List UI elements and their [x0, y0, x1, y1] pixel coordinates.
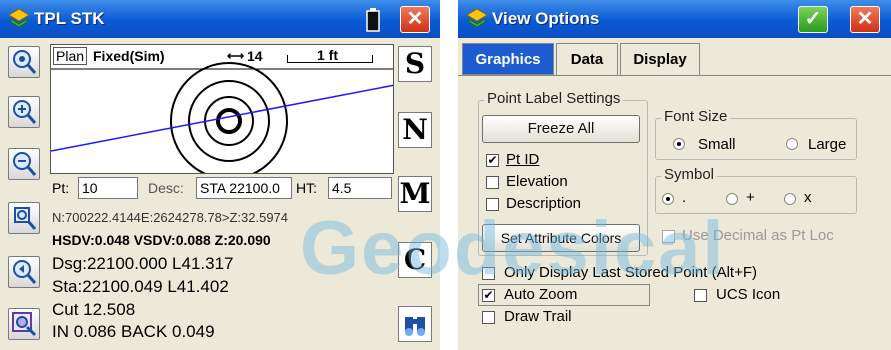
- tab-graphics[interactable]: Graphics: [462, 43, 554, 75]
- symbol-plus-label: +: [746, 189, 755, 206]
- right-window-title: View Options: [492, 9, 600, 28]
- battery-icon: [366, 8, 380, 32]
- font-large-radio[interactable]: [786, 138, 798, 150]
- font-size-group-title: Font Size: [661, 108, 731, 125]
- desc-label: Desc:: [148, 180, 184, 196]
- map-canvas: [51, 62, 393, 173]
- app-logo-icon: [466, 8, 488, 28]
- font-small-radio[interactable]: [673, 138, 685, 150]
- left-window-title: TPL STK: [34, 9, 105, 28]
- description-label: Description: [506, 195, 582, 212]
- symbol-x-radio[interactable]: [784, 193, 796, 205]
- symbol-x-label: x: [804, 189, 812, 206]
- symbol-dot-radio[interactable]: [662, 193, 674, 205]
- zoom-previous-icon: [13, 260, 37, 284]
- pt-field[interactable]: 10: [78, 177, 138, 199]
- symbol-group-title: Symbol: [661, 166, 718, 183]
- description-checkbox[interactable]: [486, 198, 499, 211]
- ucs-icon-label: UCS Icon: [716, 286, 781, 303]
- elevation-checkbox[interactable]: [486, 176, 499, 189]
- draw-trail-label: Draw Trail: [504, 308, 572, 325]
- zoom-previous-button[interactable]: [8, 256, 40, 288]
- satellite-count: 14: [247, 48, 263, 64]
- pt-label: Pt:: [52, 180, 70, 196]
- symbol-dot-label: .: [682, 189, 687, 206]
- map-mode-tab[interactable]: Plan: [53, 47, 88, 65]
- app-logo-icon: [8, 8, 30, 28]
- zoom-in-button[interactable]: [8, 96, 40, 128]
- symbol-plus-radio[interactable]: [726, 193, 738, 205]
- satellite-icon: ⟷: [227, 49, 245, 63]
- set-attribute-colors-button[interactable]: Set Attribute Colors: [482, 224, 640, 252]
- zoom-out-button[interactable]: [8, 148, 40, 180]
- decimal-pt-loc-checkbox[interactable]: [662, 230, 675, 243]
- in-back-readout: IN 0.086 BACK 0.049: [52, 322, 215, 341]
- station-readout: Sta:22100.049 L41.402: [52, 277, 229, 296]
- map-scale-label: 1 ft: [317, 47, 338, 63]
- zoom-window-button[interactable]: [8, 46, 40, 78]
- design-readout: Dsg:22100.000 L41.317: [52, 254, 234, 273]
- pt-id-label: Pt ID: [506, 151, 540, 168]
- draw-trail-checkbox[interactable]: [482, 311, 495, 324]
- n-button[interactable]: N: [398, 112, 432, 148]
- elevation-label: Elevation: [506, 173, 568, 190]
- auto-zoom-checkbox[interactable]: ✔: [482, 289, 495, 302]
- zoom-extents-icon: [14, 207, 37, 230]
- tab-data[interactable]: Data: [556, 43, 618, 75]
- left-close-button[interactable]: ✕: [400, 6, 430, 33]
- m-button[interactable]: M: [398, 176, 432, 212]
- zoom-extents-button[interactable]: [8, 202, 40, 234]
- ok-button[interactable]: ✓: [798, 6, 828, 33]
- pt-id-checkbox[interactable]: ✔: [486, 154, 499, 167]
- font-small-label: Small: [698, 136, 736, 153]
- precision-readout: HSDV:0.048 VSDV:0.088 Z:20.090: [52, 232, 271, 248]
- zoom-in-icon: [13, 100, 37, 124]
- ucs-icon-checkbox[interactable]: [694, 289, 707, 302]
- view-options-window: View Options ✓ ✕ Graphics Data Display P…: [458, 0, 891, 350]
- store-button[interactable]: S: [398, 46, 432, 82]
- gps-status: Fixed(Sim): [93, 48, 165, 64]
- point-label-group-title: Point Label Settings: [484, 90, 624, 107]
- zoom-out-icon: [13, 152, 37, 176]
- map-view[interactable]: Plan Fixed(Sim) ⟷ 14 1 ft: [50, 44, 394, 174]
- zoom-window-icon: [13, 50, 37, 74]
- binoculars-icon: [405, 317, 425, 336]
- c-button[interactable]: C: [398, 242, 432, 278]
- only-last-point-checkbox[interactable]: [482, 267, 495, 280]
- binoculars-button[interactable]: [398, 306, 432, 342]
- zoom-point-icon: [12, 312, 37, 337]
- coordinate-readout: N:700222.4144E:2624278.78>Z:32.5974: [52, 210, 289, 225]
- only-last-point-label: Only Display Last Stored Point (Alt+F): [504, 264, 758, 281]
- left-title-bar: TPL STK ✕: [0, 0, 440, 38]
- freeze-all-button[interactable]: Freeze All: [482, 115, 640, 143]
- ht-field[interactable]: 4.5: [328, 177, 392, 199]
- tpl-stk-window: TPL STK ✕ Plan Fixed(Sim) ⟷ 14 1 ft S N …: [0, 0, 440, 350]
- font-large-label: Large: [808, 136, 847, 153]
- zoom-point-button[interactable]: [8, 308, 40, 340]
- right-title-bar: View Options ✓ ✕: [458, 0, 891, 38]
- ht-label: HT:: [296, 180, 317, 196]
- desc-field[interactable]: STA 22100.0: [196, 177, 292, 199]
- decimal-pt-loc-label: Use Decimal as Pt Loc: [682, 227, 834, 244]
- right-close-button[interactable]: ✕: [850, 6, 880, 33]
- tab-display[interactable]: Display: [620, 43, 700, 75]
- cut-readout: Cut 12.508: [52, 300, 136, 319]
- auto-zoom-label: Auto Zoom: [504, 286, 578, 303]
